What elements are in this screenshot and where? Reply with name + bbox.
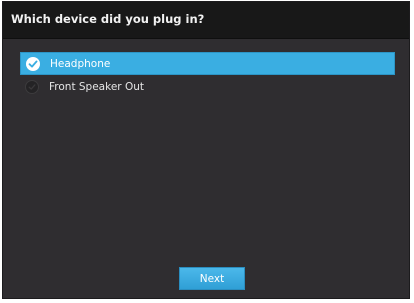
option-front-speaker-out[interactable]: Front Speaker Out [20, 75, 395, 98]
title-bar: Which device did you plug in? [3, 2, 409, 39]
dialog-title: Which device did you plug in? [11, 12, 205, 26]
check-icon [26, 56, 40, 71]
option-headphone[interactable]: Headphone [20, 52, 395, 75]
radio-empty-icon [25, 79, 39, 94]
device-option-list: Headphone Front Speaker Out [20, 52, 395, 98]
next-button[interactable]: Next [179, 267, 245, 290]
device-dialog: Which device did you plug in? Headphone … [2, 1, 410, 299]
option-label: Headphone [50, 57, 111, 70]
option-label: Front Speaker Out [49, 80, 144, 93]
